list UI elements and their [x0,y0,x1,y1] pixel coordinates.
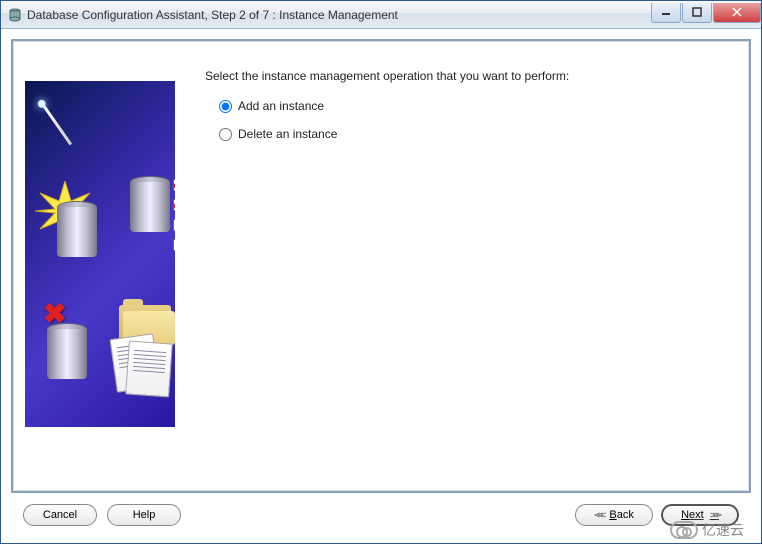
help-button[interactable]: Help [107,504,181,526]
delete-instance-label[interactable]: Delete an instance [238,127,337,141]
maximize-button[interactable] [682,3,712,23]
database-cylinder-icon [57,201,97,257]
wizard-button-bar: Cancel Help <<< Back Next >>> [11,493,751,533]
minimize-button[interactable] [651,3,681,23]
watermark-text: 亿速云 [702,520,744,540]
minimize-icon [661,7,671,17]
wizard-sidebar-image: ✔ ✔ ✖ [25,81,175,427]
window-controls [650,3,761,23]
close-icon [732,7,742,17]
option-add-instance[interactable]: Add an instance [219,99,719,113]
wizard-panel: ✔ ✔ ✖ Select the instance ma [11,39,751,493]
maximize-icon [692,7,702,17]
wand-graphic [41,103,72,146]
app-window: Database Configuration Assistant, Step 2… [0,0,762,544]
instruction-text: Select the instance management operation… [205,69,719,83]
watermark: 亿速云 [670,520,744,540]
titlebar: Database Configuration Assistant, Step 2… [1,1,761,29]
next-arrows-icon: >>> [710,510,719,521]
wizard-step-content: Select the instance management operation… [175,41,749,491]
content-area: ✔ ✔ ✖ Select the instance ma [1,29,761,543]
back-arrows-icon: <<< [594,510,603,521]
option-delete-instance[interactable]: Delete an instance [219,127,719,141]
app-icon [7,7,23,23]
checklist-graphic: ✔ ✔ [173,179,175,259]
watermark-logo-icon [670,521,698,539]
add-instance-radio[interactable] [219,100,232,113]
add-instance-label[interactable]: Add an instance [238,99,324,113]
delete-instance-radio[interactable] [219,128,232,141]
window-title: Database Configuration Assistant, Step 2… [27,8,650,22]
database-cylinder-icon [47,323,87,379]
back-button[interactable]: <<< Back [575,504,653,526]
instance-operation-group: Add an instance Delete an instance [205,99,719,141]
cancel-button[interactable]: Cancel [23,504,97,526]
close-button[interactable] [713,3,761,23]
database-cylinder-icon [130,176,170,232]
